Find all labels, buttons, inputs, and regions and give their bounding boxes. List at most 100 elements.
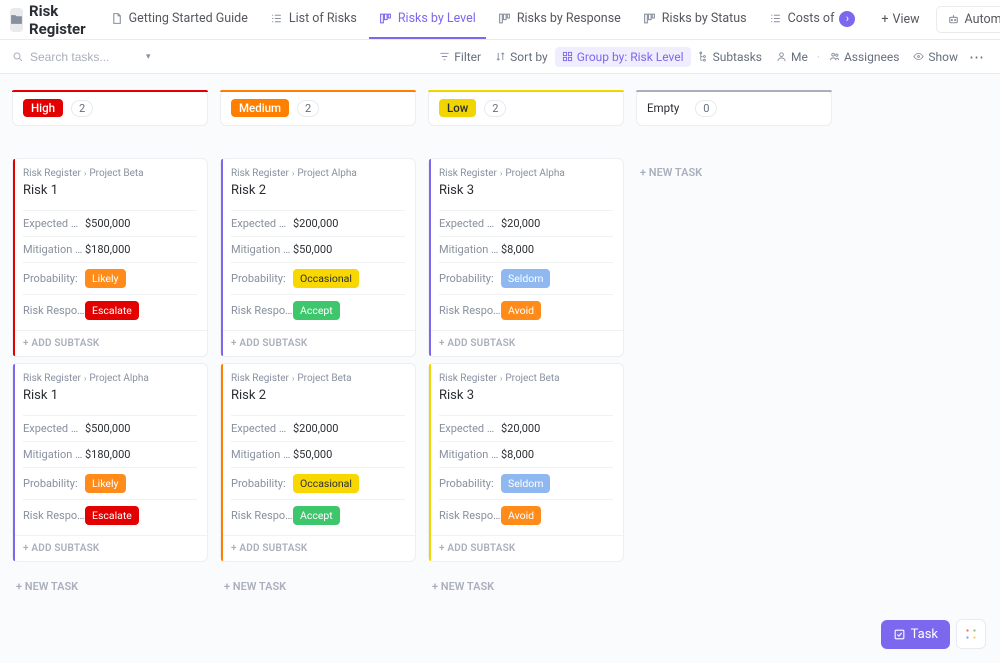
tab-risks-by-level[interactable]: Risks by Level xyxy=(369,0,486,39)
fab-row: Task xyxy=(881,619,986,649)
response-tag[interactable]: Avoid xyxy=(501,301,541,320)
more-menu[interactable]: ⋯ xyxy=(965,48,988,66)
add-subtask-button[interactable]: + ADD SUBTASK xyxy=(221,535,415,561)
field-value: $500,000 xyxy=(85,422,130,435)
new-task-button[interactable]: + NEW TASK xyxy=(636,158,832,187)
card-title: Risk 2 xyxy=(231,183,405,198)
probability-tag[interactable]: Seldom xyxy=(501,474,550,493)
new-task-fab[interactable]: Task xyxy=(881,620,950,649)
task-card[interactable]: Risk Register›Project Beta Risk 1 Expect… xyxy=(12,158,208,357)
probability-tag[interactable]: Occasional xyxy=(293,269,359,288)
tab-list-of-risks[interactable]: List of Risks xyxy=(260,0,367,39)
field-label: Expected C… xyxy=(23,422,85,435)
new-task-button[interactable]: + NEW TASK xyxy=(428,568,624,605)
response-tag[interactable]: Avoid xyxy=(501,506,541,525)
column-header[interactable]: Empty 0 xyxy=(636,90,832,126)
field-label: Probability: xyxy=(23,477,85,490)
breadcrumb[interactable]: Risk Register›Project Alpha xyxy=(231,168,405,179)
column-header[interactable]: High 2 xyxy=(12,90,208,126)
breadcrumb[interactable]: Risk Register›Project Beta xyxy=(231,373,405,384)
probability-tag[interactable]: Occasional xyxy=(293,474,359,493)
field-label: Mitigation … xyxy=(231,448,293,461)
subtasks-icon xyxy=(698,51,709,62)
probability-tag[interactable]: Likely xyxy=(85,474,126,493)
search-box[interactable]: ▾ xyxy=(12,50,151,64)
add-subtask-button[interactable]: + ADD SUBTASK xyxy=(13,330,207,356)
breadcrumb[interactable]: Risk Register›Project Alpha xyxy=(439,168,613,179)
crumb-root: Risk Register xyxy=(231,373,289,384)
task-card[interactable]: Risk Register›Project Alpha Risk 1 Expec… xyxy=(12,363,208,562)
tab-label: Risks by Status xyxy=(662,11,747,26)
subtasks-button[interactable]: Subtasks xyxy=(691,47,769,67)
field-value: $200,000 xyxy=(293,422,338,435)
level-chip: Low xyxy=(439,99,476,117)
more-views-icon[interactable]: › xyxy=(839,11,855,27)
field-probability: Probability: Seldom xyxy=(439,262,613,294)
filter-label: Filter xyxy=(454,50,481,64)
chevron-down-icon[interactable]: ▾ xyxy=(146,52,151,62)
task-card[interactable]: Risk Register›Project Beta Risk 3 Expect… xyxy=(428,363,624,562)
tab-costs-of[interactable]: Costs of› xyxy=(759,0,866,39)
column-header[interactable]: Medium 2 xyxy=(220,90,416,126)
new-task-button[interactable]: + NEW TASK xyxy=(12,568,208,605)
response-tag[interactable]: Accept xyxy=(293,506,340,525)
response-tag[interactable]: Accept xyxy=(293,301,340,320)
apps-button[interactable] xyxy=(956,619,986,649)
task-card[interactable]: Risk Register›Project Alpha Risk 3 Expec… xyxy=(428,158,624,357)
crumb-project: Project Alpha xyxy=(505,168,565,179)
add-subtask-button[interactable]: + ADD SUBTASK xyxy=(429,330,623,356)
field-label: Probability: xyxy=(23,272,85,285)
tab-getting-started-guide[interactable]: Getting Started Guide xyxy=(100,0,258,39)
sort-button[interactable]: Sort by xyxy=(488,47,555,67)
folder-icon[interactable] xyxy=(10,8,23,32)
breadcrumb[interactable]: Risk Register›Project Beta xyxy=(23,168,197,179)
field-mitigation: Mitigation … $8,000 xyxy=(439,441,613,467)
me-button[interactable]: Me xyxy=(769,47,815,67)
response-tag[interactable]: Escalate xyxy=(85,301,139,320)
field-value: $200,000 xyxy=(293,217,338,230)
divider: · xyxy=(817,50,820,64)
card-title: Risk 3 xyxy=(439,388,613,403)
breadcrumb[interactable]: Risk Register›Project Alpha xyxy=(23,373,197,384)
field-response: Risk Respo… Avoid xyxy=(439,499,613,531)
group-button[interactable]: Group by: Risk Level xyxy=(555,47,691,67)
probability-tag[interactable]: Likely xyxy=(85,269,126,288)
assignees-button[interactable]: Assignees xyxy=(822,47,906,67)
level-chip: High xyxy=(23,99,63,117)
robot-icon xyxy=(947,13,960,26)
card-title: Risk 1 xyxy=(23,388,197,403)
breadcrumb[interactable]: Risk Register›Project Beta xyxy=(439,373,613,384)
field-label: Risk Respo… xyxy=(23,304,85,317)
show-button[interactable]: Show xyxy=(906,47,965,67)
search-input[interactable] xyxy=(30,50,140,64)
column-header[interactable]: Low 2 xyxy=(428,90,624,126)
count-badge: 2 xyxy=(297,100,319,117)
add-view-button[interactable]: + View xyxy=(871,12,929,27)
tab-risks-by-response[interactable]: Risks by Response xyxy=(488,0,631,39)
card-title: Risk 2 xyxy=(231,388,405,403)
field-response: Risk Respo… Escalate xyxy=(23,499,197,531)
task-card[interactable]: Risk Register›Project Alpha Risk 2 Expec… xyxy=(220,158,416,357)
tab-label: Risks by Level xyxy=(398,11,476,26)
new-task-button[interactable]: + NEW TASK xyxy=(220,568,416,605)
field-label: Probability: xyxy=(231,272,293,285)
field-label: Risk Respo… xyxy=(439,509,501,522)
field-value: $50,000 xyxy=(293,448,332,461)
add-subtask-button[interactable]: + ADD SUBTASK xyxy=(221,330,415,356)
response-tag[interactable]: Escalate xyxy=(85,506,139,525)
add-subtask-button[interactable]: + ADD SUBTASK xyxy=(429,535,623,561)
doc-icon xyxy=(110,12,124,26)
subtasks-label: Subtasks xyxy=(713,50,762,64)
card-title: Risk 1 xyxy=(23,183,197,198)
add-subtask-button[interactable]: + ADD SUBTASK xyxy=(13,535,207,561)
automate-button[interactable]: Automate ▾ xyxy=(936,6,1000,33)
probability-tag[interactable]: Seldom xyxy=(501,269,550,288)
field-label: Mitigation … xyxy=(23,448,85,461)
header-actions: Automate ▾ Share xyxy=(936,6,1000,33)
task-card[interactable]: Risk Register›Project Beta Risk 2 Expect… xyxy=(220,363,416,562)
add-view-label: View xyxy=(893,12,920,27)
filter-button[interactable]: Filter xyxy=(432,47,488,67)
tab-risks-by-status[interactable]: Risks by Status xyxy=(633,0,757,39)
field-value: $8,000 xyxy=(501,448,534,461)
field-label: Probability: xyxy=(231,477,293,490)
